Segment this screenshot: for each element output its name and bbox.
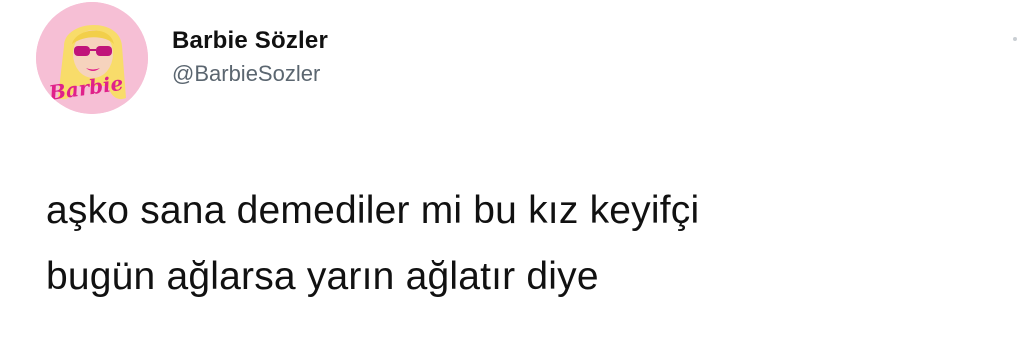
more-options-icon[interactable] bbox=[1002, 32, 1026, 46]
tweet-card: Barbie Barbie Sözler @BarbieSozler aşko … bbox=[0, 0, 1026, 342]
author-block: Barbie Sözler @BarbieSozler bbox=[172, 26, 328, 88]
barbie-avatar-icon: Barbie bbox=[36, 2, 148, 114]
tweet-text: aşko sana demediler mi bu kız keyifçi bu… bbox=[46, 189, 700, 298]
avatar[interactable]: Barbie bbox=[36, 2, 148, 114]
display-name[interactable]: Barbie Sözler bbox=[172, 26, 328, 56]
user-handle[interactable]: @BarbieSozler bbox=[172, 60, 328, 88]
more-dot bbox=[1013, 37, 1017, 41]
